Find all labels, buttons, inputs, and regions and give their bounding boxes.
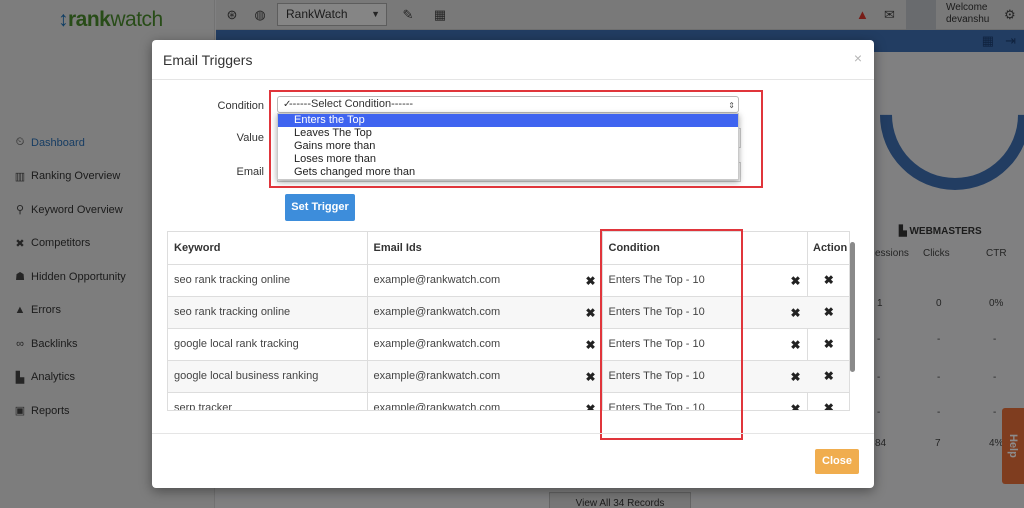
email-label: Email [236, 166, 264, 178]
action-cell: ✖ [807, 296, 849, 329]
email-ids-header: Email Ids [367, 232, 603, 265]
keyword-header: Keyword [168, 232, 368, 265]
set-trigger-button[interactable]: Set Trigger [285, 194, 355, 221]
triggers-table: Keyword Email Ids Condition Action seo r… [167, 231, 850, 411]
keyword-cell: seo rank tracking online [168, 296, 368, 329]
table-row: google local rank tracking example@rankw… [168, 328, 849, 361]
table-row: serp tracker example@rankwatch.com ✖ Ente… [168, 392, 849, 411]
modal-title: Email Triggers [163, 52, 253, 68]
email-text: example@rankwatch.com [373, 274, 501, 286]
email-cell: example@rankwatch.com ✖ [367, 296, 603, 329]
remove-condition-icon[interactable]: ✖ [790, 274, 800, 288]
delete-row-icon[interactable]: ✖ [824, 337, 834, 351]
email-text: example@rankwatch.com [373, 338, 501, 350]
keyword-cell: serp tracker [168, 392, 368, 410]
condition-label: Condition [217, 100, 264, 112]
email-text: example@rankwatch.com [373, 306, 501, 318]
email-text: example@rankwatch.com [373, 370, 501, 382]
email-text: example@rankwatch.com [373, 402, 501, 411]
modal-header: Email Triggers × [152, 40, 874, 80]
close-button[interactable]: Close [815, 449, 859, 474]
action-cell: ✖ [807, 392, 849, 410]
email-cell: example@rankwatch.com ✖ [367, 392, 603, 411]
action-cell: ✖ [807, 264, 849, 297]
value-label: Value [236, 132, 264, 144]
delete-row-icon[interactable]: ✖ [824, 273, 834, 287]
remove-condition-icon[interactable]: ✖ [790, 370, 800, 384]
remove-email-icon[interactable]: ✖ [585, 402, 595, 411]
keyword-cell: google local rank tracking [168, 328, 368, 361]
keyword-cell: seo rank tracking online [168, 264, 368, 297]
table-row: google local business ranking example@ra… [168, 360, 849, 393]
action-header: Action [807, 232, 849, 265]
remove-email-icon[interactable]: ✖ [585, 370, 595, 384]
table-row: seo rank tracking online example@rankwat… [168, 296, 849, 329]
email-cell: example@rankwatch.com ✖ [367, 360, 603, 393]
remove-email-icon[interactable]: ✖ [585, 306, 595, 320]
keyword-cell: google local business ranking [168, 360, 368, 393]
action-cell: ✖ [807, 360, 849, 393]
delete-row-icon[interactable]: ✖ [824, 401, 834, 410]
highlight-box-condition-column [600, 229, 743, 440]
modal-footer: Close [152, 433, 874, 488]
table-scrollbar[interactable] [850, 242, 855, 372]
email-triggers-modal: Email Triggers × Condition Value Email ✓… [152, 40, 874, 488]
remove-condition-icon[interactable]: ✖ [790, 402, 800, 411]
delete-row-icon[interactable]: ✖ [824, 305, 834, 319]
remove-condition-icon[interactable]: ✖ [790, 338, 800, 352]
delete-row-icon[interactable]: ✖ [824, 369, 834, 383]
highlight-box-condition [269, 90, 763, 188]
action-cell: ✖ [807, 328, 849, 361]
remove-condition-icon[interactable]: ✖ [790, 306, 800, 320]
email-cell: example@rankwatch.com ✖ [367, 264, 603, 297]
table-header-row: Keyword Email Ids Condition Action [168, 232, 849, 265]
remove-email-icon[interactable]: ✖ [585, 338, 595, 352]
table-row: seo rank tracking online example@rankwat… [168, 264, 849, 297]
email-cell: example@rankwatch.com ✖ [367, 328, 603, 361]
remove-email-icon[interactable]: ✖ [585, 274, 595, 288]
close-icon[interactable]: × [854, 50, 862, 66]
